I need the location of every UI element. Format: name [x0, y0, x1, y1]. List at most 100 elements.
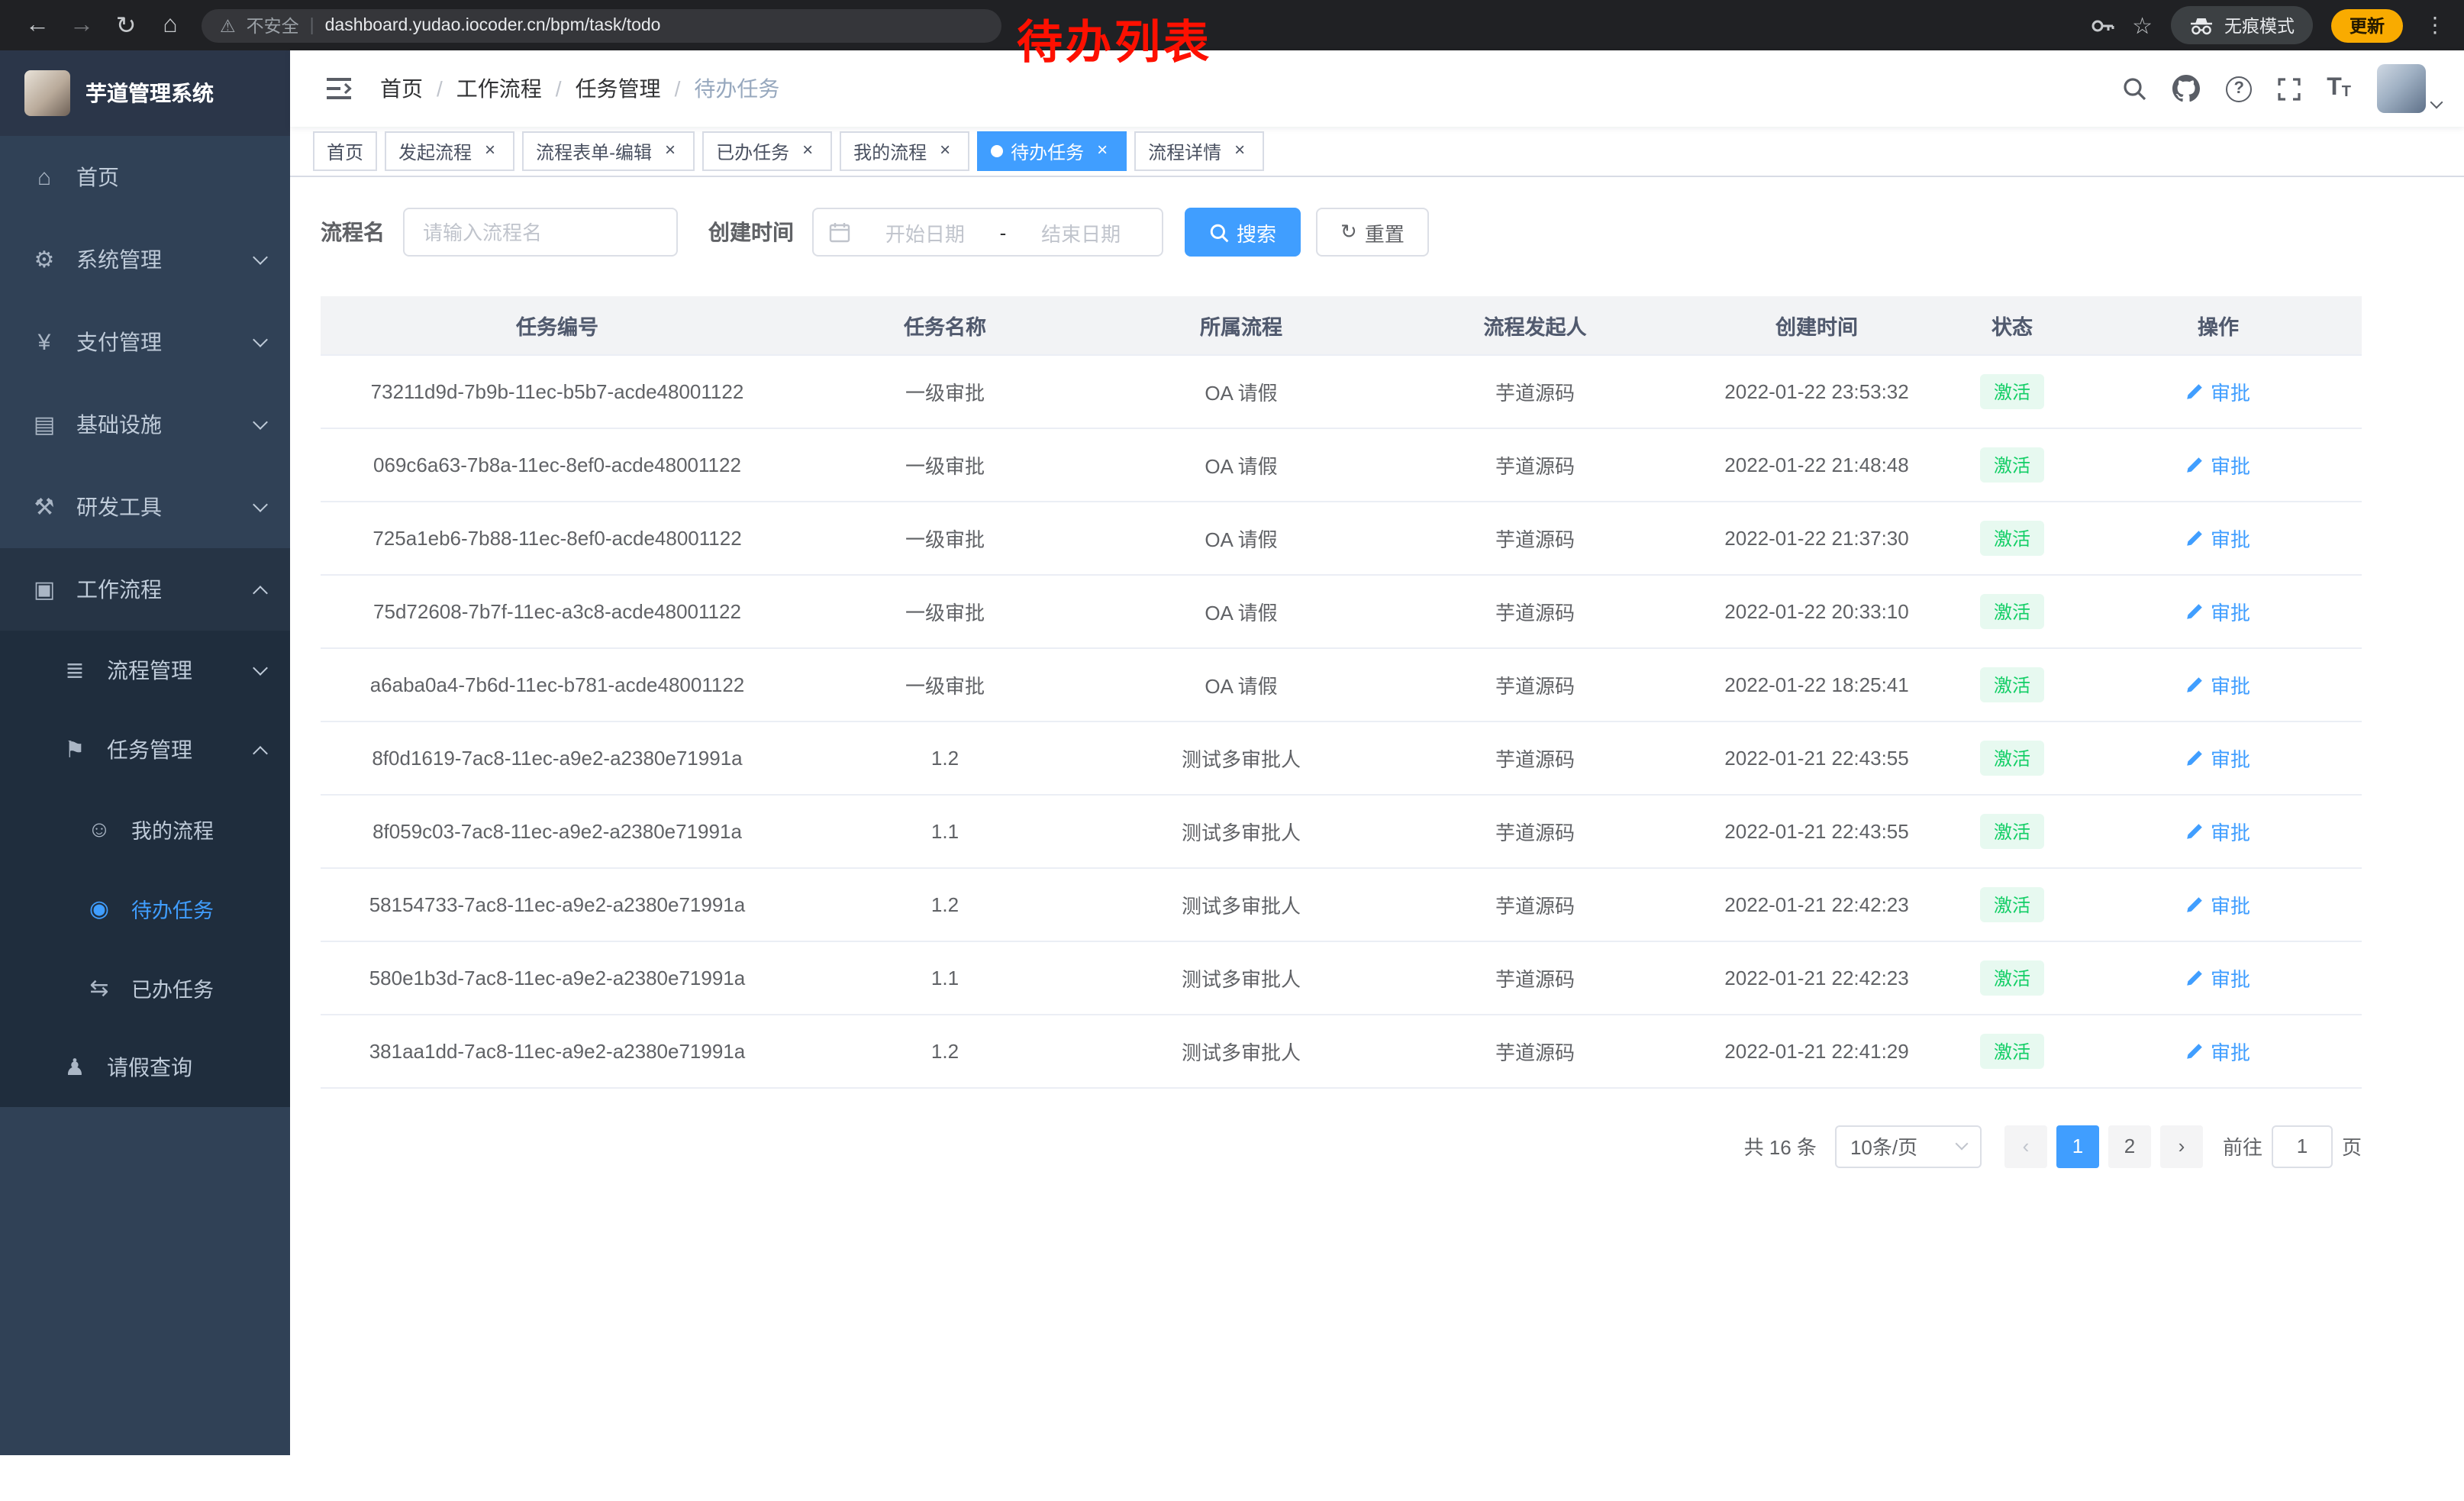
user-menu[interactable] [2377, 64, 2441, 113]
page-size-select[interactable]: 10条/页 [1835, 1125, 1982, 1167]
edit-icon [2186, 455, 2204, 473]
font-size-icon[interactable]: TT [2327, 76, 2351, 101]
edit-icon [2186, 675, 2204, 693]
eye-icon: ◉ [85, 895, 113, 922]
starter-cell: 芋道源码 [1386, 354, 1684, 428]
browser-menu-icon[interactable]: ⋮ [2421, 12, 2449, 38]
page-button-2[interactable]: 2 [2108, 1125, 2151, 1167]
approve-link[interactable]: 审批 [2186, 816, 2250, 845]
sidebar-item-home[interactable]: ⌂首页 [0, 136, 290, 218]
sidebar-item-leave-query[interactable]: ♟请假查询 [0, 1028, 290, 1107]
sidebar-item-workflow[interactable]: ▣工作流程 [0, 548, 290, 631]
sidebar-item-system[interactable]: ⚙系统管理 [0, 218, 290, 301]
created-time-cell: 2022-01-21 22:43:55 [1684, 721, 1950, 794]
starter-cell: 芋道源码 [1386, 867, 1684, 941]
tab-my-process[interactable]: 我的流程× [840, 131, 969, 171]
chevron-down-icon [2430, 96, 2443, 109]
sidebar-item-infrastructure[interactable]: ▤基础设施 [0, 383, 290, 466]
content: 流程名 创建时间 开始日期 - 结束日期 [290, 177, 2464, 1501]
approve-link[interactable]: 审批 [2186, 376, 2250, 405]
reset-button[interactable]: ↻ 重置 [1316, 208, 1429, 257]
tab-done-task[interactable]: 已办任务× [702, 131, 832, 171]
page-button-1[interactable]: 1 [2056, 1125, 2099, 1167]
breadcrumb-item[interactable]: 首页 [380, 73, 423, 104]
tab-process-detail[interactable]: 流程详情× [1134, 131, 1264, 171]
task-table: 任务编号任务名称所属流程流程发起人创建时间状态操作 73211d9d-7b9b-… [321, 296, 2362, 1088]
approve-link[interactable]: 审批 [2186, 963, 2250, 992]
sidebar-item-task-management[interactable]: ⚑任务管理 [0, 710, 290, 789]
status-badge: 激活 [1980, 667, 2044, 702]
sidebar-item-label: 首页 [76, 162, 266, 192]
process-cell: 测试多审批人 [1096, 867, 1386, 941]
process-name-input[interactable] [403, 208, 678, 257]
hamburger-icon[interactable] [313, 76, 365, 101]
task-name-cell: 1.2 [794, 867, 1096, 941]
browser-toolbar-right: ☆ 无痕模式 更新 ⋮ [2089, 6, 2449, 44]
approve-link[interactable]: 审批 [2186, 523, 2250, 552]
close-icon[interactable]: × [1092, 140, 1113, 162]
chevron-down-icon [253, 414, 268, 429]
sidebar-item-devtools[interactable]: ⚒研发工具 [0, 466, 290, 548]
update-button[interactable]: 更新 [2331, 8, 2403, 42]
approve-link[interactable]: 审批 [2186, 670, 2250, 699]
github-icon[interactable] [2172, 75, 2200, 102]
breadcrumb-item[interactable]: 任务管理 [576, 73, 661, 104]
done-task-icon: ⇆ [85, 974, 113, 1002]
help-icon[interactable]: ? [2226, 76, 2252, 102]
sidebar-item-todo-task[interactable]: ◉ 待办任务 [0, 869, 290, 948]
table-row: a6aba0a4-7b6d-11ec-b781-acde48001122一级审批… [321, 647, 2362, 721]
approve-label: 审批 [2211, 450, 2250, 479]
tab-todo-task[interactable]: 待办任务× [977, 131, 1127, 171]
key-icon[interactable] [2089, 13, 2114, 37]
sidebar-item-label: 待办任务 [131, 893, 266, 924]
created-time-cell: 2022-01-21 22:42:23 [1684, 867, 1950, 941]
search-icon[interactable] [2122, 76, 2146, 101]
table-row: 8f0d1619-7ac8-11ec-a9e2-a2380e71991a1.2测… [321, 721, 2362, 794]
task-id-cell: 580e1b3d-7ac8-11ec-a9e2-a2380e71991a [321, 941, 794, 1014]
browser-home-icon[interactable]: ⌂ [148, 3, 192, 47]
pagination: 共 16 条 10条/页 ‹ 12 › 前往 页 [321, 1125, 2362, 1167]
process-cell: OA 请假 [1096, 574, 1386, 647]
browser-forward-icon[interactable]: → [60, 3, 104, 47]
address-bar[interactable]: ⚠ 不安全 | dashboard.yudao.iocoder.cn/bpm/t… [202, 8, 1001, 42]
task-name-cell: 1.1 [794, 794, 1096, 867]
bookmark-star-icon[interactable]: ☆ [2132, 11, 2153, 39]
sidebar: 芋道管理系统 ⌂首页⚙系统管理¥支付管理▤基础设施⚒研发工具▣工作流程≣流程管理… [0, 50, 290, 1455]
tab-home[interactable]: 首页 [313, 131, 377, 171]
process-cell: OA 请假 [1096, 354, 1386, 428]
sidebar-item-payment[interactable]: ¥支付管理 [0, 301, 290, 383]
range-separator: - [1000, 221, 1007, 244]
breadcrumb-item: 待办任务 [694, 73, 779, 104]
close-icon[interactable]: × [934, 140, 956, 162]
sidebar-item-process-management[interactable]: ≣流程管理 [0, 631, 290, 710]
prev-page-button[interactable]: ‹ [2004, 1125, 2047, 1167]
approve-link[interactable]: 审批 [2186, 596, 2250, 625]
sidebar-item-done-task[interactable]: ⇆已办任务 [0, 948, 290, 1028]
approve-link[interactable]: 审批 [2186, 889, 2250, 918]
search-button[interactable]: 搜索 [1185, 208, 1301, 257]
status-cell: 激活 [1950, 574, 2075, 647]
browser-back-icon[interactable]: ← [15, 3, 60, 47]
approve-link[interactable]: 审批 [2186, 1036, 2250, 1065]
goto-page-input[interactable] [2272, 1125, 2333, 1167]
task-id-cell: 8f059c03-7ac8-11ec-a9e2-a2380e71991a [321, 794, 794, 867]
close-icon[interactable]: × [797, 140, 818, 162]
tools-icon: ⚒ [31, 493, 58, 521]
breadcrumb-item[interactable]: 工作流程 [456, 73, 542, 104]
tab-start-process[interactable]: 发起流程× [385, 131, 514, 171]
action-cell: 审批 [2075, 794, 2362, 867]
app-title: 芋道管理系统 [85, 78, 214, 108]
close-icon[interactable]: × [660, 140, 681, 162]
search-button-label: 搜索 [1237, 218, 1276, 247]
tab-form-edit[interactable]: 流程表单-编辑× [522, 131, 695, 171]
approve-link[interactable]: 审批 [2186, 743, 2250, 772]
close-icon[interactable]: × [479, 140, 501, 162]
fullscreen-icon[interactable] [2278, 77, 2301, 100]
next-page-button[interactable]: › [2160, 1125, 2203, 1167]
browser-reload-icon[interactable]: ↻ [104, 3, 148, 47]
date-range-picker[interactable]: 开始日期 - 结束日期 [812, 208, 1163, 257]
app-logo[interactable]: 芋道管理系统 [0, 50, 290, 136]
close-icon[interactable]: × [1229, 140, 1250, 162]
sidebar-item-my-process[interactable]: ☺我的流程 [0, 789, 290, 869]
approve-link[interactable]: 审批 [2186, 450, 2250, 479]
